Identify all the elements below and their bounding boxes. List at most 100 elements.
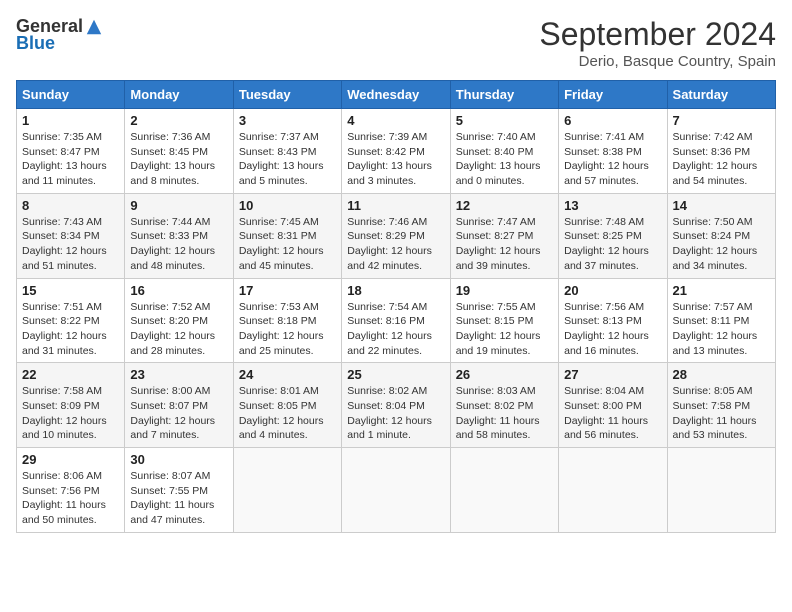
calendar-cell: 13Sunrise: 7:48 AMSunset: 8:25 PMDayligh… [559,193,667,278]
day-number: 27 [564,367,661,382]
day-number: 18 [347,283,444,298]
day-number: 12 [456,198,553,213]
day-info: Sunrise: 7:45 AMSunset: 8:31 PMDaylight:… [239,215,336,274]
day-info: Sunrise: 7:54 AMSunset: 8:16 PMDaylight:… [347,300,444,359]
day-info: Sunrise: 7:51 AMSunset: 8:22 PMDaylight:… [22,300,119,359]
calendar-cell: 25 Sunrise: 8:02 AMSunset: 8:04 PMDayligh… [342,363,450,448]
calendar-header-sunday: Sunday [17,81,125,109]
calendar-cell: 12 Sunrise: 7:47 AMSunset: 8:27 PMDayligh… [450,193,558,278]
day-number: 17 [239,283,336,298]
day-info: Sunrise: 7:55 AMSunset: 8:15 PMDaylight:… [456,300,553,359]
day-number: 11 [347,198,444,213]
calendar-cell: 26 Sunrise: 8:03 AMSunset: 8:02 PMDayligh… [450,363,558,448]
calendar-week-row: 22 Sunrise: 7:58 AMSunset: 8:09 PMDayligh… [17,363,776,448]
calendar-cell: 2Sunrise: 7:36 AMSunset: 8:45 PMDaylight… [125,109,233,194]
day-number: 8 [22,198,119,213]
calendar-cell: 19 Sunrise: 7:55 AMSunset: 8:15 PMDayligh… [450,278,558,363]
day-info: Sunrise: 8:01 AMSunset: 8:05 PMDaylight:… [239,384,336,443]
page-header: General Blue September 2024 Derio, Basqu… [16,16,776,70]
calendar-header-row: SundayMondayTuesdayWednesdayThursdayFrid… [17,81,776,109]
day-info: Sunrise: 7:39 AMSunset: 8:42 PMDaylight:… [347,130,444,189]
day-number: 22 [22,367,119,382]
day-number: 25 [347,367,444,382]
calendar-cell [559,448,667,533]
calendar-cell: 22 Sunrise: 7:58 AMSunset: 8:09 PMDayligh… [17,363,125,448]
calendar-cell: 6 Sunrise: 7:41 AMSunset: 8:38 PMDaylight… [559,109,667,194]
day-number: 6 [564,113,661,128]
day-info: Sunrise: 7:41 AMSunset: 8:38 PMDaylight:… [564,130,661,189]
page-subtitle: Derio, Basque Country, Spain [539,53,776,70]
calendar-cell: 23 Sunrise: 8:00 AMSunset: 8:07 PMDayligh… [125,363,233,448]
day-info: Sunrise: 8:00 AMSunset: 8:07 PMDaylight:… [130,384,227,443]
calendar-table: SundayMondayTuesdayWednesdayThursdayFrid… [16,80,776,533]
calendar-week-row: 1Sunrise: 7:35 AMSunset: 8:47 PMDaylight… [17,109,776,194]
day-number: 15 [22,283,119,298]
day-info: Sunrise: 7:46 AMSunset: 8:29 PMDaylight:… [347,215,444,274]
day-number: 24 [239,367,336,382]
day-info: Sunrise: 7:43 AMSunset: 8:34 PMDaylight:… [22,215,119,274]
calendar-cell: 20Sunrise: 7:56 AMSunset: 8:13 PMDayligh… [559,278,667,363]
calendar-header-thursday: Thursday [450,81,558,109]
day-number: 2 [130,113,227,128]
calendar-cell: 11 Sunrise: 7:46 AMSunset: 8:29 PMDayligh… [342,193,450,278]
day-info: Sunrise: 7:57 AMSunset: 8:11 PMDaylight:… [673,300,770,359]
calendar-week-row: 15 Sunrise: 7:51 AMSunset: 8:22 PMDayligh… [17,278,776,363]
day-number: 19 [456,283,553,298]
day-info: Sunrise: 7:53 AMSunset: 8:18 PMDaylight:… [239,300,336,359]
page-title: September 2024 [539,16,776,53]
calendar-cell: 9 Sunrise: 7:44 AMSunset: 8:33 PMDaylight… [125,193,233,278]
calendar-header-wednesday: Wednesday [342,81,450,109]
calendar-cell: 29 Sunrise: 8:06 AMSunset: 7:56 PMDayligh… [17,448,125,533]
calendar-cell: 15 Sunrise: 7:51 AMSunset: 8:22 PMDayligh… [17,278,125,363]
title-block: September 2024 Derio, Basque Country, Sp… [539,16,776,70]
day-info: Sunrise: 7:40 AMSunset: 8:40 PMDaylight:… [456,130,553,189]
calendar-cell: 24 Sunrise: 8:01 AMSunset: 8:05 PMDayligh… [233,363,341,448]
logo-blue: Blue [16,33,55,54]
day-info: Sunrise: 8:05 AMSunset: 7:58 PMDaylight:… [673,384,770,443]
calendar-week-row: 8 Sunrise: 7:43 AMSunset: 8:34 PMDaylight… [17,193,776,278]
calendar-cell: 7 Sunrise: 7:42 AMSunset: 8:36 PMDaylight… [667,109,775,194]
calendar-header-tuesday: Tuesday [233,81,341,109]
day-number: 9 [130,198,227,213]
calendar-header-friday: Friday [559,81,667,109]
day-number: 28 [673,367,770,382]
day-info: Sunrise: 7:42 AMSunset: 8:36 PMDaylight:… [673,130,770,189]
day-number: 4 [347,113,444,128]
day-info: Sunrise: 7:47 AMSunset: 8:27 PMDaylight:… [456,215,553,274]
day-number: 26 [456,367,553,382]
calendar-cell: 16Sunrise: 7:52 AMSunset: 8:20 PMDayligh… [125,278,233,363]
day-info: Sunrise: 7:48 AMSunset: 8:25 PMDaylight:… [564,215,661,274]
calendar-header-monday: Monday [125,81,233,109]
day-info: Sunrise: 7:56 AMSunset: 8:13 PMDaylight:… [564,300,661,359]
day-info: Sunrise: 8:02 AMSunset: 8:04 PMDaylight:… [347,384,444,443]
logo: General Blue [16,16,103,54]
day-number: 23 [130,367,227,382]
calendar-cell: 30Sunrise: 8:07 AMSunset: 7:55 PMDayligh… [125,448,233,533]
logo-icon [85,18,103,36]
day-number: 3 [239,113,336,128]
day-info: Sunrise: 8:03 AMSunset: 8:02 PMDaylight:… [456,384,553,443]
day-info: Sunrise: 7:58 AMSunset: 8:09 PMDaylight:… [22,384,119,443]
calendar-cell: 3Sunrise: 7:37 AMSunset: 8:43 PMDaylight… [233,109,341,194]
calendar-cell [233,448,341,533]
calendar-cell: 17 Sunrise: 7:53 AMSunset: 8:18 PMDayligh… [233,278,341,363]
day-info: Sunrise: 8:06 AMSunset: 7:56 PMDaylight:… [22,469,119,528]
day-info: Sunrise: 8:07 AMSunset: 7:55 PMDaylight:… [130,469,227,528]
day-number: 10 [239,198,336,213]
calendar-cell: 10 Sunrise: 7:45 AMSunset: 8:31 PMDayligh… [233,193,341,278]
calendar-cell: 8 Sunrise: 7:43 AMSunset: 8:34 PMDaylight… [17,193,125,278]
calendar-cell: 4 Sunrise: 7:39 AMSunset: 8:42 PMDaylight… [342,109,450,194]
calendar-week-row: 29 Sunrise: 8:06 AMSunset: 7:56 PMDayligh… [17,448,776,533]
day-info: Sunrise: 7:44 AMSunset: 8:33 PMDaylight:… [130,215,227,274]
calendar-cell: 21Sunrise: 7:57 AMSunset: 8:11 PMDayligh… [667,278,775,363]
calendar-cell: 18 Sunrise: 7:54 AMSunset: 8:16 PMDayligh… [342,278,450,363]
calendar-cell: 27Sunrise: 8:04 AMSunset: 8:00 PMDayligh… [559,363,667,448]
calendar-cell [667,448,775,533]
calendar-cell: 1Sunrise: 7:35 AMSunset: 8:47 PMDaylight… [17,109,125,194]
day-number: 29 [22,452,119,467]
calendar-cell: 14Sunrise: 7:50 AMSunset: 8:24 PMDayligh… [667,193,775,278]
calendar-cell [342,448,450,533]
calendar-header-saturday: Saturday [667,81,775,109]
day-number: 7 [673,113,770,128]
day-number: 1 [22,113,119,128]
